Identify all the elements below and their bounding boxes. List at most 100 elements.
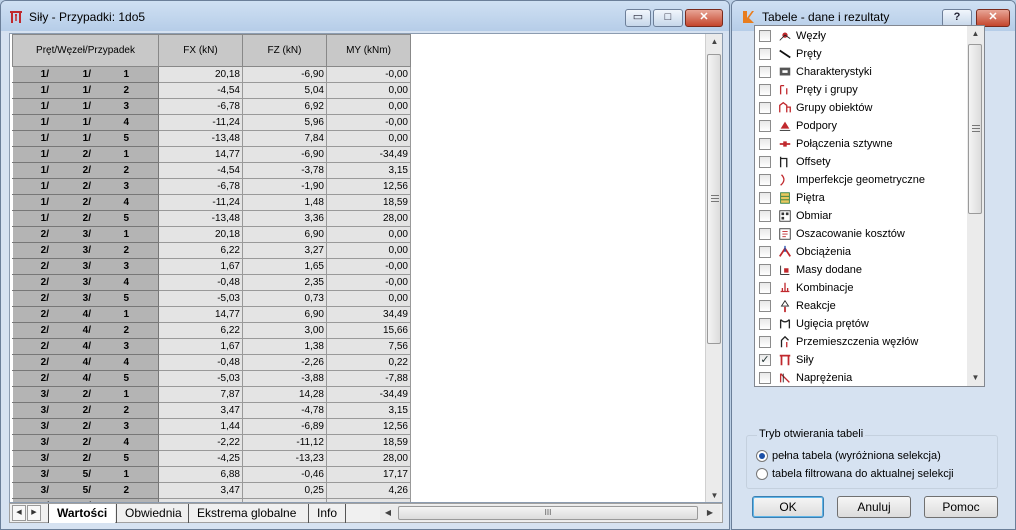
table-row[interactable]: 1/2/5 -13,48 3,36 28,00 — [12, 210, 411, 227]
row-index-cell[interactable]: 2/3/3 — [12, 258, 159, 275]
radio-filtered-table[interactable] — [756, 468, 768, 480]
tab-info[interactable]: Info — [308, 504, 347, 523]
table-row[interactable]: 3/2/4 -2,22 -11,12 18,59 — [12, 434, 411, 451]
cell-fz[interactable]: 0,73 — [242, 290, 327, 307]
cell-fx[interactable]: 1,44 — [158, 418, 243, 435]
cell-fx[interactable]: -5,03 — [158, 290, 243, 307]
table-row[interactable]: 1/2/3 -6,78 -1,90 12,56 — [12, 178, 411, 195]
cell-fz[interactable]: 0,25 — [242, 482, 327, 499]
list-item[interactable]: Charakterystyki — [755, 63, 967, 81]
table-row[interactable]: 1/1/5 -13,48 7,84 0,00 — [12, 130, 411, 147]
cell-fz[interactable]: 2,35 — [242, 274, 327, 291]
list-item[interactable]: Oszacowanie kosztów — [755, 225, 967, 243]
cell-fx[interactable]: 20,18 — [158, 226, 243, 243]
row-index-cell[interactable]: 3/2/1 — [12, 386, 159, 403]
row-index-cell[interactable]: 1/1/4 — [12, 114, 159, 131]
cell-fx[interactable]: -4,54 — [158, 162, 243, 179]
row-index-cell[interactable]: 2/3/2 — [12, 242, 159, 259]
cell-my[interactable]: 4,26 — [326, 482, 411, 499]
table-row[interactable]: 2/4/5 -5,03 -3,88 -7,88 — [12, 370, 411, 387]
list-item[interactable]: Offsety — [755, 153, 967, 171]
scroll-right-arrow-icon[interactable]: ▶ — [702, 505, 718, 521]
list-item-checkbox[interactable] — [759, 192, 771, 204]
list-item-checkbox[interactable] — [759, 102, 771, 114]
table-row[interactable]: 1/1/2 -4,54 5,04 0,00 — [12, 82, 411, 99]
column-header-1[interactable]: FX (kN) — [158, 34, 243, 67]
list-item[interactable]: Kombinacje — [755, 279, 967, 297]
cell-my[interactable]: 18,59 — [326, 434, 411, 451]
cell-fx[interactable]: -11,24 — [158, 114, 243, 131]
list-item-checkbox[interactable] — [759, 30, 771, 42]
cell-fz[interactable]: -13,23 — [242, 450, 327, 467]
table-row[interactable]: 2/3/5 -5,03 0,73 0,00 — [12, 290, 411, 307]
cell-fx[interactable]: 14,77 — [158, 146, 243, 163]
cell-my[interactable]: 0,00 — [326, 130, 411, 147]
cell-fx[interactable]: -6,78 — [158, 178, 243, 195]
cell-my[interactable]: -34,49 — [326, 146, 411, 163]
list-item[interactable]: Obmiar — [755, 207, 967, 225]
cell-my[interactable]: -0,00 — [326, 66, 411, 83]
table-row[interactable]: 1/1/1 20,18 -6,90 -0,00 — [12, 66, 411, 83]
row-index-cell[interactable]: 1/2/4 — [12, 194, 159, 211]
table-row[interactable]: 3/5/1 6,88 -0,46 17,17 — [12, 466, 411, 483]
cell-fx[interactable]: 14,77 — [158, 306, 243, 323]
row-index-cell[interactable]: 3/2/4 — [12, 434, 159, 451]
list-item[interactable]: Obciążenia — [755, 243, 967, 261]
list-item-checkbox[interactable] — [759, 282, 771, 294]
cell-fz[interactable]: -3,78 — [242, 162, 327, 179]
list-item[interactable]: Węzły — [755, 27, 967, 45]
cell-fz[interactable]: 3,00 — [242, 322, 327, 339]
list-scroll-up-icon[interactable]: ▲ — [967, 26, 984, 42]
scroll-up-arrow-icon[interactable]: ▲ — [706, 34, 722, 50]
table-row[interactable]: 2/3/1 20,18 6,90 0,00 — [12, 226, 411, 243]
cell-my[interactable]: 0,22 — [326, 354, 411, 371]
radio-full-table[interactable] — [756, 450, 768, 462]
row-index-cell[interactable]: 1/1/2 — [12, 82, 159, 99]
cell-my[interactable]: 3,15 — [326, 162, 411, 179]
cell-fz[interactable]: 1,65 — [242, 258, 327, 275]
row-index-cell[interactable]: 1/1/3 — [12, 98, 159, 115]
cell-fz[interactable]: 1,38 — [242, 338, 327, 355]
vertical-scroll-thumb[interactable] — [707, 54, 721, 344]
row-index-cell[interactable]: 3/5/2 — [12, 482, 159, 499]
list-item-checkbox[interactable] — [759, 300, 771, 312]
cell-fz[interactable]: -6,89 — [242, 418, 327, 435]
help-button[interactable]: Pomoc — [924, 496, 998, 518]
list-item-checkbox[interactable] — [759, 264, 771, 276]
cell-fz[interactable]: -0,46 — [242, 466, 327, 483]
row-index-cell[interactable]: 2/4/2 — [12, 322, 159, 339]
list-item-checkbox[interactable] — [759, 84, 771, 96]
row-index-cell[interactable]: 2/3/1 — [12, 226, 159, 243]
cell-fx[interactable]: 20,18 — [158, 66, 243, 83]
cell-fx[interactable]: 6,22 — [158, 242, 243, 259]
tab-ekstrema-globalne[interactable]: Ekstrema globalne — [188, 504, 304, 523]
list-item[interactable]: Piętra — [755, 189, 967, 207]
table-row[interactable]: 2/3/4 -0,48 2,35 -0,00 — [12, 274, 411, 291]
cell-fz[interactable]: -4,78 — [242, 402, 327, 419]
list-item-checkbox[interactable] — [759, 120, 771, 132]
cell-fz[interactable]: 3,27 — [242, 242, 327, 259]
row-index-cell[interactable]: 1/2/1 — [12, 146, 159, 163]
horizontal-scroll-thumb[interactable]: III — [398, 506, 698, 520]
cell-my[interactable]: 17,17 — [326, 466, 411, 483]
list-item[interactable]: Pręty — [755, 45, 967, 63]
cell-fz[interactable]: -3,88 — [242, 370, 327, 387]
table-row[interactable]: 3/2/3 1,44 -6,89 12,56 — [12, 418, 411, 435]
cell-my[interactable]: -34,49 — [326, 386, 411, 403]
cell-fx[interactable]: 1,67 — [158, 258, 243, 275]
cell-my[interactable]: 3,15 — [326, 402, 411, 419]
row-index-cell[interactable]: 2/3/4 — [12, 274, 159, 291]
list-scrollbar[interactable]: ▲ ▼ — [967, 26, 984, 386]
cell-fx[interactable]: 1,67 — [158, 338, 243, 355]
list-item-checkbox[interactable] — [759, 174, 771, 186]
table-row[interactable]: 2/3/2 6,22 3,27 0,00 — [12, 242, 411, 259]
table-row[interactable]: 1/1/3 -6,78 6,92 0,00 — [12, 98, 411, 115]
row-index-cell[interactable]: 2/4/1 — [12, 306, 159, 323]
row-index-cell[interactable]: 3/2/3 — [12, 418, 159, 435]
cell-fx[interactable]: -11,24 — [158, 194, 243, 211]
cell-my[interactable]: -0,00 — [326, 258, 411, 275]
cell-my[interactable]: 34,49 — [326, 306, 411, 323]
row-index-cell[interactable]: 2/4/5 — [12, 370, 159, 387]
cell-fz[interactable]: 5,96 — [242, 114, 327, 131]
cell-fx[interactable]: 3,47 — [158, 482, 243, 499]
